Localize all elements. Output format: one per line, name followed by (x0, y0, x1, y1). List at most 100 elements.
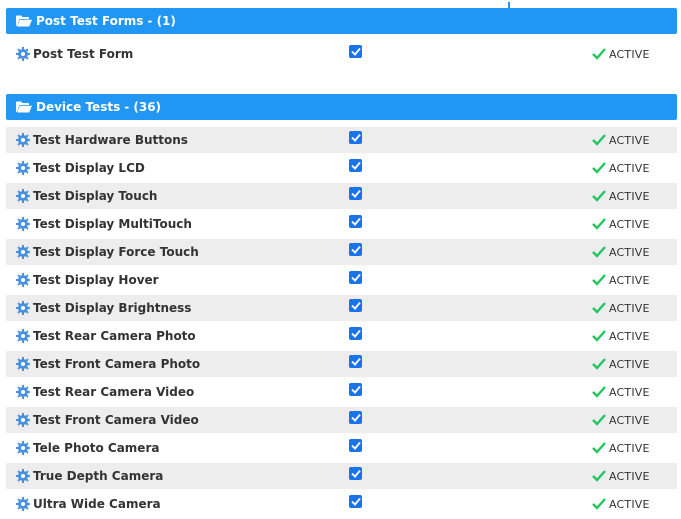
checkmark-icon (592, 442, 606, 454)
gear-icon[interactable] (16, 413, 30, 427)
status-badge: ACTIVE (592, 498, 650, 511)
gear-icon[interactable] (16, 329, 30, 343)
status-text: ACTIVE (609, 47, 650, 61)
list-item[interactable]: Ultra Wide Camera ACTIVE (6, 491, 677, 517)
gear-icon[interactable] (16, 497, 30, 511)
item-checkbox[interactable] (349, 327, 362, 340)
gear-icon[interactable] (16, 47, 30, 61)
item-checkbox[interactable] (349, 355, 362, 368)
list-item[interactable]: Test Hardware Buttons ACTIVE (6, 127, 677, 153)
list-item[interactable]: Tele Photo Camera ACTIVE (6, 435, 677, 461)
gear-icon[interactable] (16, 469, 30, 483)
status-badge: ACTIVE (592, 274, 650, 287)
list-item[interactable]: Test Front Camera Photo ACTIVE (6, 351, 677, 377)
checkmark-icon (592, 246, 606, 258)
section-count: - (1) (147, 14, 176, 28)
item-label: Test Front Camera Photo (33, 357, 201, 371)
gear-icon[interactable] (16, 301, 30, 315)
list-item[interactable]: Test Display Force Touch ACTIVE (6, 239, 677, 265)
checkbox-check-icon (350, 189, 361, 198)
checkmark-icon (592, 190, 606, 202)
item-label: Test Rear Camera Photo (33, 329, 196, 343)
checkbox-check-icon (350, 357, 361, 366)
gear-icon[interactable] (16, 357, 30, 371)
item-label: Ultra Wide Camera (33, 497, 161, 511)
checkmark-icon (592, 330, 606, 342)
checkbox-check-icon (350, 385, 361, 394)
item-checkbox[interactable] (349, 215, 362, 228)
status-text: ACTIVE (609, 329, 650, 343)
checkmark-icon (592, 134, 606, 146)
gear-icon[interactable] (16, 385, 30, 399)
gear-icon[interactable] (16, 133, 30, 147)
item-label: Test Front Camera Video (33, 413, 199, 427)
folder-open-icon (16, 15, 32, 27)
section-header-post-test-forms[interactable]: Post Test Forms - (1) (6, 8, 677, 34)
item-checkbox[interactable] (349, 411, 362, 424)
checkbox-check-icon (350, 469, 361, 478)
status-text: ACTIVE (609, 497, 650, 511)
item-label: Test Display Force Touch (33, 245, 199, 259)
list-item[interactable]: Test Front Camera Video ACTIVE (6, 407, 677, 433)
list-item[interactable]: True Depth Camera ACTIVE (6, 463, 677, 489)
item-checkbox[interactable] (349, 187, 362, 200)
list-item[interactable]: Test Display Hover ACTIVE (6, 267, 677, 293)
gear-icon[interactable] (16, 273, 30, 287)
checkbox-check-icon (350, 161, 361, 170)
gear-icon[interactable] (16, 189, 30, 203)
gear-icon[interactable] (16, 161, 30, 175)
item-label: Test Display LCD (33, 161, 145, 175)
status-text: ACTIVE (609, 385, 650, 399)
checkmark-icon (592, 218, 606, 230)
checkmark-icon (592, 498, 606, 510)
status-badge: ACTIVE (592, 134, 650, 147)
item-checkbox[interactable] (349, 45, 362, 58)
list-item[interactable]: Test Display Brightness ACTIVE (6, 295, 677, 321)
status-text: ACTIVE (609, 301, 650, 315)
item-checkbox[interactable] (349, 243, 362, 256)
status-badge: ACTIVE (592, 330, 650, 343)
checkbox-check-icon (350, 413, 361, 422)
section-title: Post Test Forms (36, 14, 144, 28)
gear-icon[interactable] (16, 245, 30, 259)
gear-icon[interactable] (16, 217, 30, 231)
item-label: Test Display MultiTouch (33, 217, 192, 231)
checkbox-check-icon (350, 329, 361, 338)
list-item[interactable]: Test Display LCD ACTIVE (6, 155, 677, 181)
item-label: Tele Photo Camera (33, 441, 160, 455)
status-badge: ACTIVE (592, 358, 650, 371)
item-checkbox[interactable] (349, 439, 362, 452)
status-badge: ACTIVE (592, 414, 650, 427)
checkmark-icon (592, 470, 606, 482)
item-checkbox[interactable] (349, 467, 362, 480)
gear-icon[interactable] (16, 441, 30, 455)
status-badge: ACTIVE (592, 48, 650, 61)
list-item[interactable]: Post Test Form ACTIVE (6, 41, 677, 67)
item-label: Test Hardware Buttons (33, 133, 188, 147)
status-text: ACTIVE (609, 161, 650, 175)
status-text: ACTIVE (609, 189, 650, 203)
status-text: ACTIVE (609, 133, 650, 147)
item-checkbox[interactable] (349, 159, 362, 172)
item-checkbox[interactable] (349, 299, 362, 312)
list-item[interactable]: Test Rear Camera Video ACTIVE (6, 379, 677, 405)
checkmark-icon (592, 162, 606, 174)
list-item[interactable]: Test Display MultiTouch ACTIVE (6, 211, 677, 237)
item-checkbox[interactable] (349, 383, 362, 396)
status-text: ACTIVE (609, 273, 650, 287)
status-text: ACTIVE (609, 357, 650, 371)
item-label: True Depth Camera (33, 469, 164, 483)
checkbox-check-icon (350, 301, 361, 310)
item-checkbox[interactable] (349, 495, 362, 508)
checkmark-icon (592, 48, 606, 60)
item-checkbox[interactable] (349, 131, 362, 144)
item-checkbox[interactable] (349, 271, 362, 284)
checkbox-check-icon (350, 441, 361, 450)
list-item[interactable]: Test Rear Camera Photo ACTIVE (6, 323, 677, 349)
checkbox-check-icon (350, 245, 361, 254)
status-badge: ACTIVE (592, 190, 650, 203)
checkmark-icon (592, 302, 606, 314)
list-item[interactable]: Test Display Touch ACTIVE (6, 183, 677, 209)
section-header-device-tests[interactable]: Device Tests - (36) (6, 94, 677, 120)
checkmark-icon (592, 414, 606, 426)
